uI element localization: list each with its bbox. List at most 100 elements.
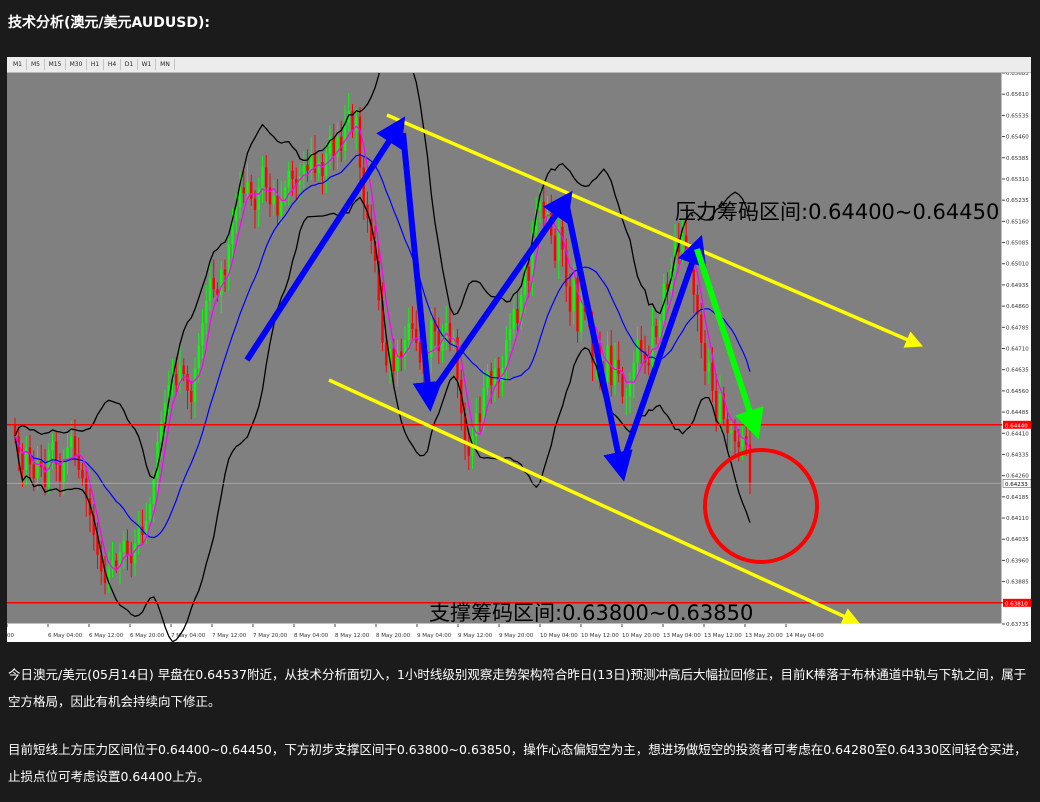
- x-tick-label: 13 May 20:00: [745, 633, 783, 639]
- candle-body: [707, 362, 710, 372]
- candle-body: [407, 323, 410, 341]
- candle-body: [516, 308, 519, 324]
- candle-body: [21, 453, 24, 471]
- y-tick-label: 0.65085: [1006, 241, 1029, 247]
- candle-body: [306, 164, 309, 171]
- candle-body: [711, 362, 714, 391]
- y-tick-label: 0.65310: [1006, 177, 1029, 183]
- candle-body: [272, 195, 275, 205]
- x-tick-label: 8 May 20:00: [376, 633, 411, 639]
- candle-body: [606, 345, 609, 383]
- candle-body: [317, 162, 320, 174]
- candle-body: [70, 436, 73, 448]
- y-tick-label: 0.65460: [1006, 135, 1029, 141]
- candle-body: [613, 359, 617, 386]
- candle-body: [411, 323, 414, 329]
- tf-m15-button[interactable]: M15: [45, 59, 66, 70]
- tf-w1-button[interactable]: W1: [138, 59, 156, 70]
- y-tick-label: 0.64935: [1006, 283, 1029, 289]
- candle-body: [253, 198, 257, 211]
- candle-body: [250, 181, 253, 199]
- candle-body: [201, 323, 204, 346]
- candle-body: [718, 393, 722, 422]
- candle-body: [703, 342, 707, 372]
- candle-body: [212, 277, 215, 290]
- candle-body: [486, 371, 489, 389]
- candle-body: [148, 503, 152, 521]
- candle-body: [133, 543, 137, 564]
- candle-body: [512, 308, 515, 329]
- candle-body: [632, 362, 635, 383]
- candle-body: [62, 461, 65, 482]
- candle-body: [505, 340, 508, 369]
- candle-body: [182, 365, 185, 374]
- candle-body: [321, 162, 324, 177]
- tf-h1-button[interactable]: H1: [87, 59, 104, 70]
- candle-body: [568, 286, 572, 312]
- candle-body: [445, 323, 448, 341]
- support-annotation: 支撑筹码区间:0.63800~0.63850: [429, 601, 753, 625]
- y-tick-label: 0.64560: [1006, 389, 1029, 395]
- x-tick-label: 7 May 20:00: [253, 633, 288, 639]
- candle-body: [542, 201, 545, 219]
- candle-body: [287, 170, 290, 188]
- x-tick-label: 10 May 04:00: [540, 633, 578, 639]
- candle-body: [490, 371, 493, 386]
- candle-body: [625, 396, 628, 398]
- y-tick-label: 0.65385: [1006, 156, 1029, 162]
- y-tick-label: 0.63960: [1006, 558, 1029, 564]
- candle-body: [737, 441, 740, 448]
- candle-body: [621, 373, 624, 397]
- y-tick-label: 0.65235: [1006, 198, 1029, 204]
- tf-h4-button[interactable]: H4: [104, 59, 121, 70]
- analysis-paragraph-2: 目前短线上方压力区间位于0.64400~0.64450，下方初步支撑区间于0.6…: [8, 742, 1027, 784]
- candle-body: [223, 269, 227, 276]
- x-tick-label: 7 May 12:00: [212, 633, 247, 639]
- candle-body: [730, 430, 733, 434]
- resistance-annotation: 压力筹码区间:0.64400~0.64450: [675, 200, 999, 224]
- candle-body: [700, 314, 703, 343]
- y-tick-label: 0.64410: [1006, 431, 1029, 437]
- candle-body: [122, 540, 125, 552]
- x-tick-label: 13 May 12:00: [704, 633, 742, 639]
- price-level-label: 0.64440: [1005, 423, 1028, 429]
- candle-body: [246, 181, 249, 194]
- x-tick-label: 10 May 20:00: [622, 633, 660, 639]
- candle-body: [291, 170, 294, 179]
- candle-body: [208, 277, 212, 301]
- x-tick-label: 6 May 20:00: [130, 633, 165, 639]
- candle-body: [400, 351, 403, 357]
- x-tick-label: 9 May 20:00: [499, 633, 534, 639]
- tf-mn-button[interactable]: MN: [156, 59, 175, 70]
- y-tick-label: 0.65010: [1006, 262, 1029, 268]
- candle-body: [553, 235, 557, 261]
- candle-body: [77, 455, 80, 471]
- y-tick-label: 0.64710: [1006, 347, 1029, 353]
- candle-body: [126, 540, 129, 555]
- candle-body: [415, 328, 418, 343]
- x-tick-label: 8 May 04:00: [294, 633, 329, 639]
- tf-m1-button[interactable]: M1: [9, 59, 27, 70]
- candle-body: [508, 328, 512, 341]
- candle-body: [355, 116, 358, 131]
- candle-body: [25, 447, 28, 471]
- candle-body: [51, 441, 54, 451]
- candle-body: [493, 368, 497, 386]
- candle-body: [692, 269, 695, 295]
- candle-body: [448, 323, 452, 343]
- candle-body: [265, 167, 268, 188]
- x-tick-label: 7 May 04:00: [171, 633, 206, 639]
- tf-d1-button[interactable]: D1: [121, 59, 138, 70]
- candle-body: [733, 430, 737, 442]
- candle-body: [32, 464, 35, 479]
- current-price-label: 0.64233: [1005, 482, 1028, 488]
- y-tick-label: 0.65685: [1006, 73, 1029, 77]
- candle-body: [572, 277, 575, 312]
- candle-body: [437, 331, 440, 352]
- tf-m30-button[interactable]: M30: [66, 59, 87, 70]
- y-tick-label: 0.64185: [1006, 495, 1029, 501]
- tf-m5-button[interactable]: M5: [27, 59, 45, 70]
- y-tick-label: 0.64035: [1006, 537, 1029, 543]
- y-tick-label: 0.64110: [1006, 516, 1029, 522]
- candle-body: [193, 368, 197, 403]
